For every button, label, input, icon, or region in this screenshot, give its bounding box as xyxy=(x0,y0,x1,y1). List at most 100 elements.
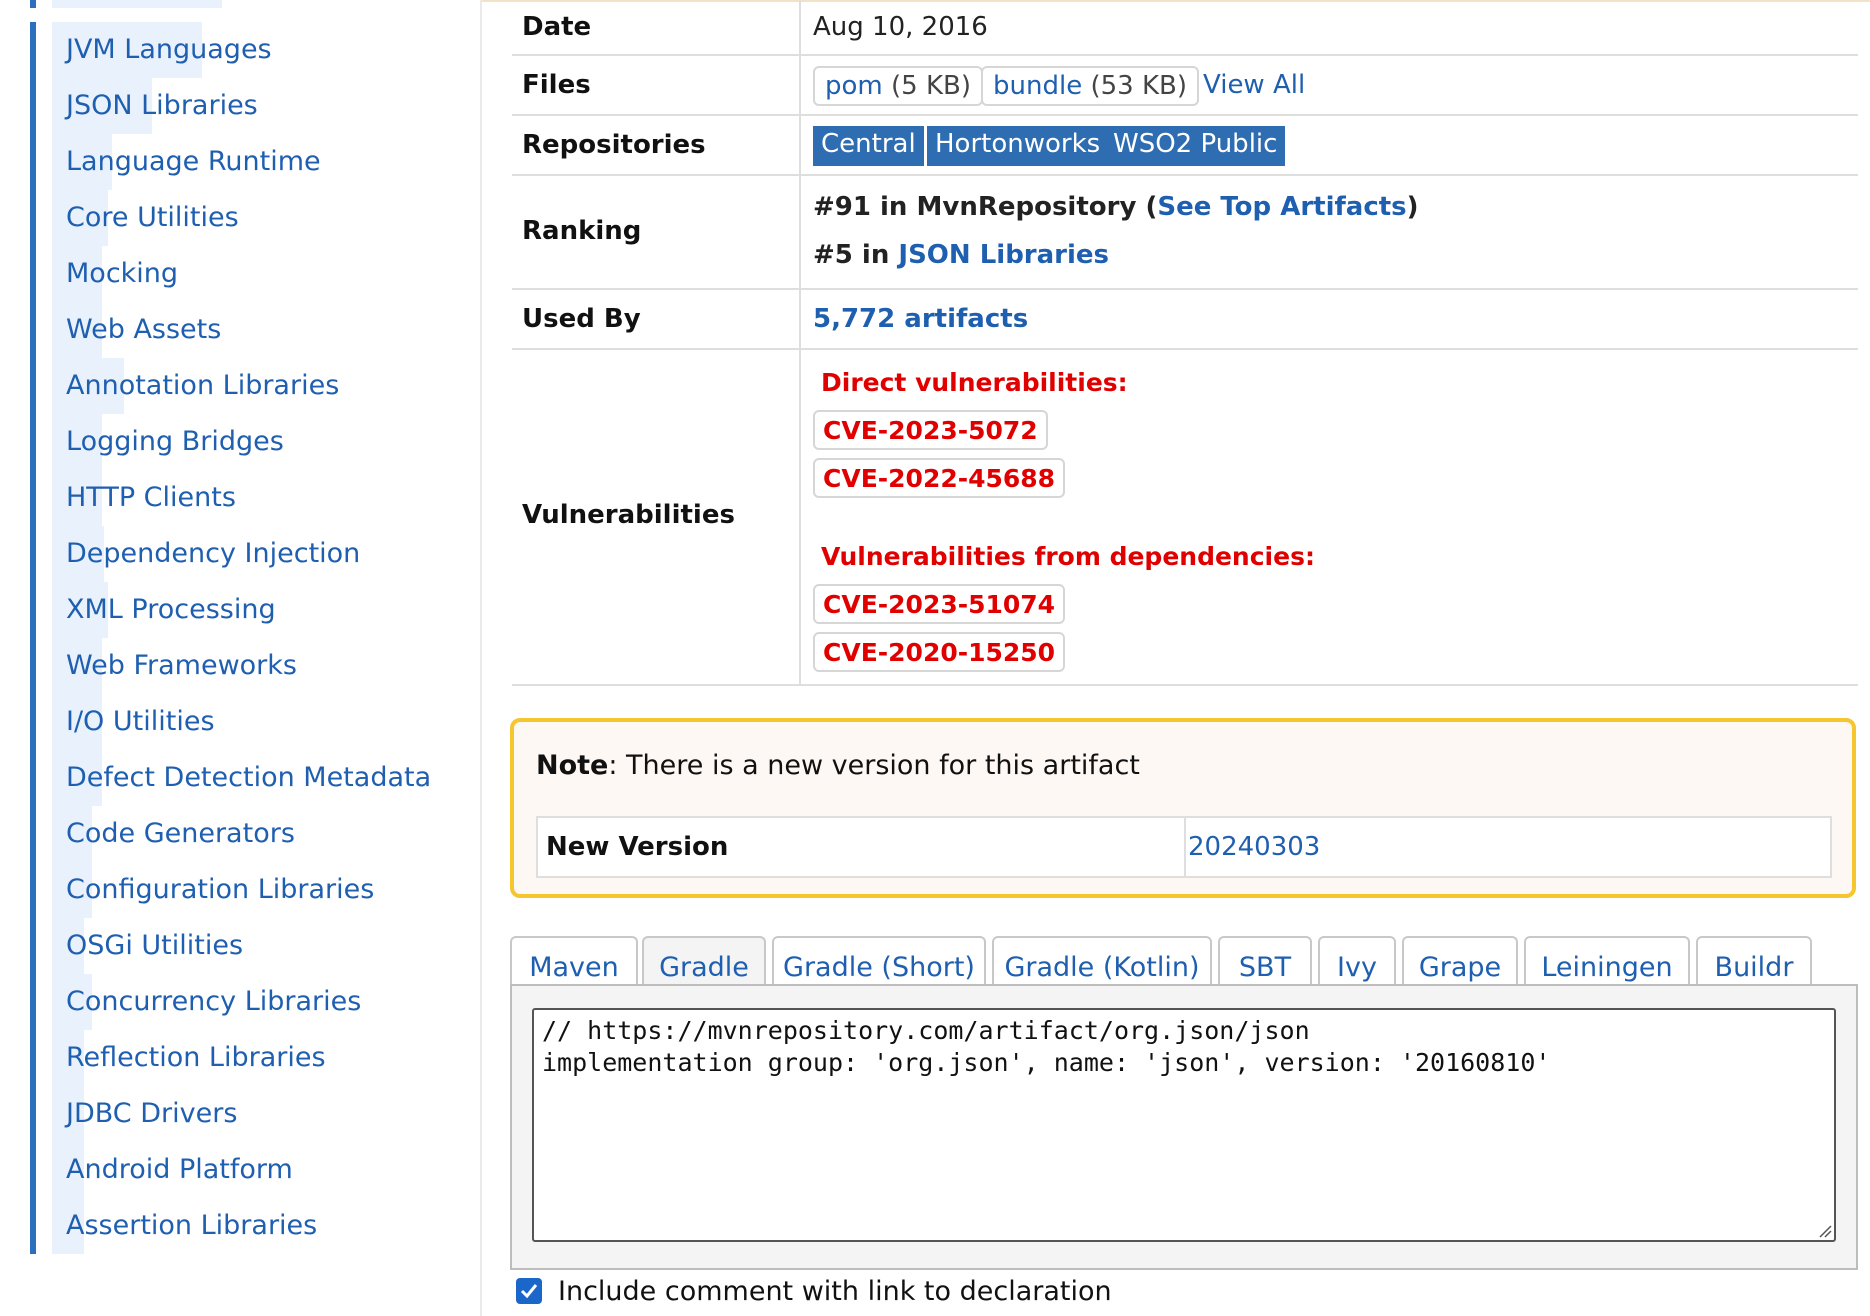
repo-central-link[interactable]: Central xyxy=(813,126,924,166)
sidebar-item-io-utilities[interactable]: I/O Utilities xyxy=(30,694,440,750)
repo-wso2-public-link[interactable]: WSO2 Public xyxy=(1105,126,1286,166)
row-value: 5,772 artifacts xyxy=(803,290,1858,348)
date-label: Date xyxy=(522,12,592,42)
ranking-suffix: ) xyxy=(1406,192,1419,222)
sidebar-item-marker xyxy=(30,302,36,358)
sidebar-item-web-assets[interactable]: Web Assets xyxy=(30,302,440,358)
see-top-artifacts-link[interactable]: See Top Artifacts xyxy=(1157,192,1406,222)
pom-file-name: pom xyxy=(825,71,883,101)
sidebar-item-marker xyxy=(30,1142,36,1198)
sidebar-item-concurrency-libraries[interactable]: Concurrency Libraries xyxy=(30,974,440,1030)
row-key: Used By xyxy=(512,290,801,348)
sidebar-item-marker xyxy=(30,638,36,694)
sidebar-item-label: OSGi Utilities xyxy=(66,930,244,961)
used-by-row: Used By 5,772 artifacts xyxy=(512,290,1858,350)
sidebar-item-jvm-languages[interactable]: JVM Languages xyxy=(30,22,440,78)
sidebar-item-label: Logging Bridges xyxy=(66,426,284,457)
sidebar-item-label: Android Platform xyxy=(66,1154,293,1185)
tab-ivy[interactable]: Ivy xyxy=(1318,936,1396,988)
sidebar-item-marker xyxy=(30,22,36,78)
pom-file-size: (5 KB) xyxy=(891,71,971,101)
sidebar-item-reflection-libraries[interactable]: Reflection Libraries xyxy=(30,1030,440,1086)
cve-link[interactable]: CVE-2023-5072 xyxy=(813,410,1048,450)
bundle-file-link[interactable]: bundle (53 KB) xyxy=(981,66,1199,106)
new-version-label: New Version xyxy=(546,832,729,862)
ranking-category-prefix: #5 in xyxy=(813,240,899,270)
bundle-file-name: bundle xyxy=(993,71,1083,101)
tab-sbt[interactable]: SBT xyxy=(1218,936,1312,988)
include-comment-checkbox[interactable] xyxy=(516,1278,542,1304)
sidebar-item-json-libraries[interactable]: JSON Libraries xyxy=(30,78,440,134)
sidebar-item-label: I/O Utilities xyxy=(66,706,215,737)
json-libraries-ranking-link[interactable]: JSON Libraries xyxy=(898,240,1109,270)
pom-file-link[interactable]: pom (5 KB) xyxy=(813,66,983,106)
sidebar-item-marker xyxy=(30,526,36,582)
sidebar-item-label: HTTP Clients xyxy=(66,482,236,513)
sidebar-item-code-generators[interactable]: Code Generators xyxy=(30,806,440,862)
sidebar-item-marker xyxy=(30,190,36,246)
sidebar-item-configuration-libraries[interactable]: Configuration Libraries xyxy=(30,862,440,918)
new-version-link[interactable]: 20240303 xyxy=(1188,832,1320,862)
sidebar-item-label: Reflection Libraries xyxy=(66,1042,326,1073)
ranking-label: Ranking xyxy=(522,216,642,246)
sidebar-item-label: Annotation Libraries xyxy=(66,370,340,401)
sidebar-item-logging-bridges[interactable]: Logging Bridges xyxy=(30,414,440,470)
sidebar-item-marker xyxy=(30,246,36,302)
tab-buildr[interactable]: Buildr xyxy=(1696,936,1812,988)
sidebar-item-prev[interactable] xyxy=(30,0,440,8)
vulnerabilities-row: Vulnerabilities Direct vulnerabilities: … xyxy=(512,350,1858,686)
sidebar-item-label: Concurrency Libraries xyxy=(66,986,362,1017)
category-sidebar: JVM Languages JSON Libraries Language Ru… xyxy=(0,0,482,1316)
sidebar-item-web-frameworks[interactable]: Web Frameworks xyxy=(30,638,440,694)
sidebar-item-jdbc-drivers[interactable]: JDBC Drivers xyxy=(30,1086,440,1142)
include-comment-label: Include comment with link to declaration xyxy=(558,1276,1112,1307)
new-version-key: New Version xyxy=(538,818,1186,876)
repo-hortonworks-link[interactable]: Hortonworks xyxy=(927,126,1109,166)
view-all-files-link[interactable]: View All xyxy=(1203,70,1305,100)
sidebar-item-marker xyxy=(30,918,36,974)
new-version-note: Note: There is a new version for this ar… xyxy=(510,718,1856,898)
bundle-file-size: (53 KB) xyxy=(1090,71,1187,101)
cve-link[interactable]: CVE-2022-45688 xyxy=(813,458,1066,498)
note-text: : There is a new version for this artifa… xyxy=(608,750,1140,781)
sidebar-item-label: JDBC Drivers xyxy=(66,1098,238,1129)
sidebar-item-osgi-utilities[interactable]: OSGi Utilities xyxy=(30,918,440,974)
row-value: pom (5 KB) bundle (53 KB) View All xyxy=(803,56,1858,114)
row-key: Ranking xyxy=(512,176,801,288)
sidebar-item-assertion-libraries[interactable]: Assertion Libraries xyxy=(30,1198,440,1254)
sidebar-item-annotation-libraries[interactable]: Annotation Libraries xyxy=(30,358,440,414)
sidebar-divider xyxy=(480,0,482,1316)
sidebar-item-marker xyxy=(30,470,36,526)
sidebar-item-xml-processing[interactable]: XML Processing xyxy=(30,582,440,638)
tab-gradle[interactable]: Gradle xyxy=(642,936,766,990)
tab-gradle-short[interactable]: Gradle (Short) xyxy=(772,936,986,988)
dependency-snippet-textarea[interactable]: // https://mvnrepository.com/artifact/or… xyxy=(532,1008,1836,1242)
sidebar-item-mocking[interactable]: Mocking xyxy=(30,246,440,302)
sidebar-item-core-utilities[interactable]: Core Utilities xyxy=(30,190,440,246)
row-key: Date xyxy=(512,0,801,54)
sidebar-item-dependency-injection[interactable]: Dependency Injection xyxy=(30,526,440,582)
cve-link[interactable]: CVE-2023-51074 xyxy=(813,584,1066,624)
tab-gradle-kotlin[interactable]: Gradle (Kotlin) xyxy=(992,936,1212,988)
tab-maven[interactable]: Maven xyxy=(510,936,638,988)
ranking-row: Ranking #91 in MvnRepository (See Top Ar… xyxy=(512,176,1858,290)
sidebar-item-defect-detection-metadata[interactable]: Defect Detection Metadata xyxy=(30,750,440,806)
tab-leiningen[interactable]: Leiningen xyxy=(1524,936,1690,988)
snippet-line-declaration: implementation group: 'org.json', name: … xyxy=(542,1048,1551,1077)
tab-grape[interactable]: Grape xyxy=(1402,936,1518,988)
resize-handle-icon[interactable] xyxy=(1818,1224,1832,1238)
sidebar-item-marker xyxy=(30,1198,36,1254)
note-strong: Note xyxy=(536,750,609,781)
date-row: Date Aug 10, 2016 xyxy=(512,0,1858,56)
cve-link[interactable]: CVE-2020-15250 xyxy=(813,632,1066,672)
sidebar-item-http-clients[interactable]: HTTP Clients xyxy=(30,470,440,526)
sidebar-item-marker xyxy=(30,862,36,918)
used-by-link[interactable]: 5,772 artifacts xyxy=(813,304,1028,334)
sidebar-item-tint xyxy=(52,0,222,8)
sidebar-item-language-runtime[interactable]: Language Runtime xyxy=(30,134,440,190)
files-row: Files pom (5 KB) bundle (53 KB) View All xyxy=(512,56,1858,116)
row-key: Vulnerabilities xyxy=(512,350,801,684)
row-key: Files xyxy=(512,56,801,114)
sidebar-item-android-platform[interactable]: Android Platform xyxy=(30,1142,440,1198)
note-message: Note: There is a new version for this ar… xyxy=(536,750,1140,781)
